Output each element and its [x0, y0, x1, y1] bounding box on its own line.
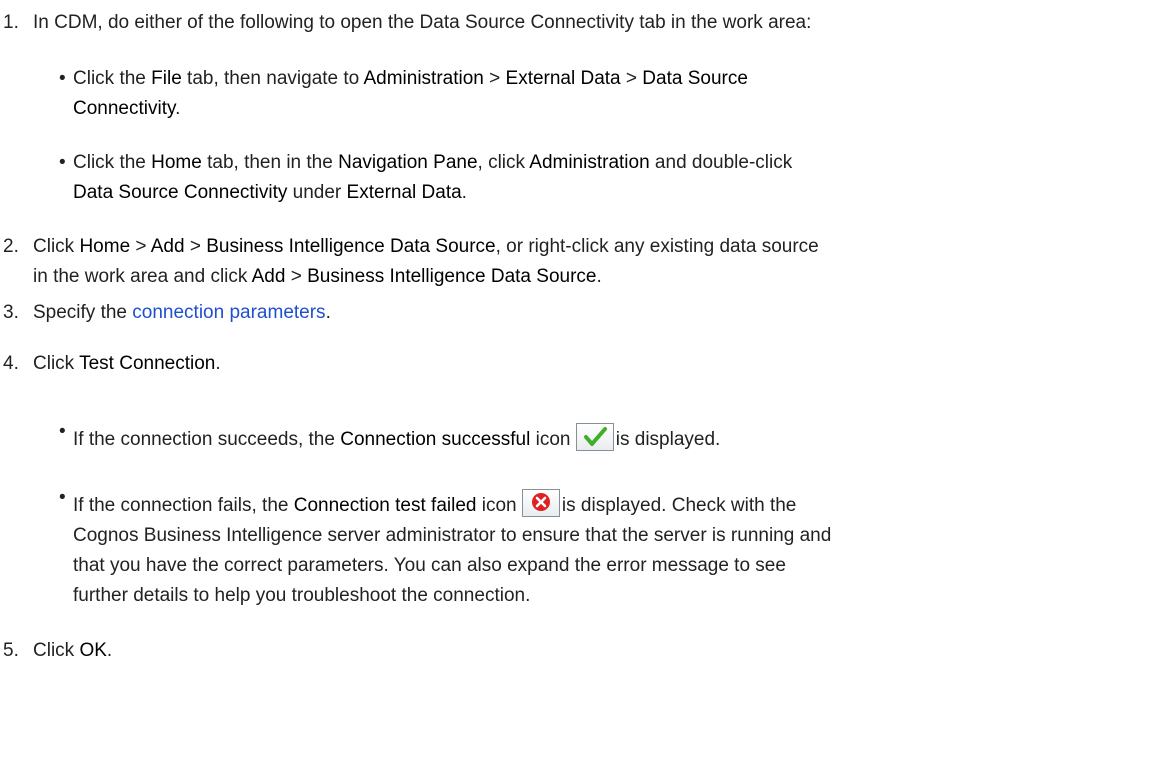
- bullet: •: [59, 487, 66, 508]
- step-text: In CDM, do either of the following to op…: [33, 12, 812, 33]
- step-4-outcome-failure: • If the connection fails, the Connectio…: [59, 487, 1158, 611]
- step-number: 2.: [3, 236, 19, 257]
- ui-navigation-pane: Navigation Pane: [338, 152, 478, 173]
- option-line: Data Source Connectivity under External …: [73, 182, 467, 203]
- ui-connectivity: Connectivity: [73, 98, 176, 119]
- outcome-line: If the connection succeeds, the Connecti…: [73, 423, 1158, 455]
- check-mark-icon: [575, 423, 614, 451]
- ui-bi-data-source: Business Intelligence Data Source: [206, 236, 496, 257]
- error-x-icon: [521, 489, 560, 517]
- connection-parameters-link[interactable]: connection parameters: [132, 302, 325, 323]
- outcome-line: Cognos Business Intelligence server admi…: [73, 525, 832, 546]
- step-number: 3.: [3, 302, 19, 323]
- ui-external-data: External Data: [505, 68, 621, 89]
- outcome-line: If the connection fails, the Connection …: [73, 489, 1158, 521]
- ui-external-data: External Data: [346, 182, 462, 203]
- ui-add: Add: [150, 236, 185, 257]
- step-1-option-home: • Click the Home tab, then in the Naviga…: [59, 148, 1158, 208]
- step-number: 1.: [3, 12, 19, 33]
- outcome-line: further details to help you troubleshoot…: [73, 585, 531, 606]
- step-text: Click Home > Add > Business Intelligence…: [33, 232, 1157, 292]
- option-line: Connectivity.: [73, 98, 181, 119]
- step-line: Click Home > Add > Business Intelligence…: [33, 236, 819, 257]
- ui-home: Home: [79, 236, 131, 257]
- ui-test-connection: Test Connection: [79, 353, 216, 374]
- ui-bi-data-source: Business Intelligence Data Source: [307, 266, 597, 287]
- step-4-outcome-success: • If the connection succeeds, the Connec…: [59, 421, 1158, 455]
- step-number: 4.: [3, 353, 19, 374]
- step-text: Specify the connection parameters.: [33, 302, 331, 323]
- ui-connection-successful: Connection successful: [340, 429, 531, 450]
- ui-add: Add: [251, 266, 286, 287]
- option-line: Click the File tab, then navigate to Adm…: [73, 68, 748, 89]
- option-line: Click the Home tab, then in the Navigati…: [73, 152, 793, 173]
- step-line: in the work area and click Add > Busines…: [33, 266, 602, 287]
- ui-administration: Administration: [529, 152, 650, 173]
- ui-file-tab: File: [151, 68, 182, 89]
- help-document: 1. In CDM, do either of the following to…: [0, 0, 1164, 761]
- ui-ok: OK: [79, 640, 107, 661]
- ui-data-source-connectivity: Data Source Connectivity: [73, 182, 288, 203]
- ui-home-tab: Home: [151, 152, 202, 173]
- step-number: 5.: [3, 640, 19, 661]
- outcome-line: that you have the correct parameters. Yo…: [73, 555, 786, 576]
- bullet: •: [59, 152, 66, 173]
- bullet: •: [59, 421, 66, 442]
- step-text: Click OK.: [33, 640, 113, 661]
- step-text: Click Test Connection.: [33, 353, 221, 374]
- ui-connection-test-failed: Connection test failed: [293, 495, 477, 516]
- bullet: •: [59, 68, 66, 89]
- step-1-option-file: • Click the File tab, then navigate to A…: [59, 64, 1158, 124]
- ui-administration: Administration: [363, 68, 484, 89]
- ui-data-source: Data Source: [642, 68, 748, 89]
